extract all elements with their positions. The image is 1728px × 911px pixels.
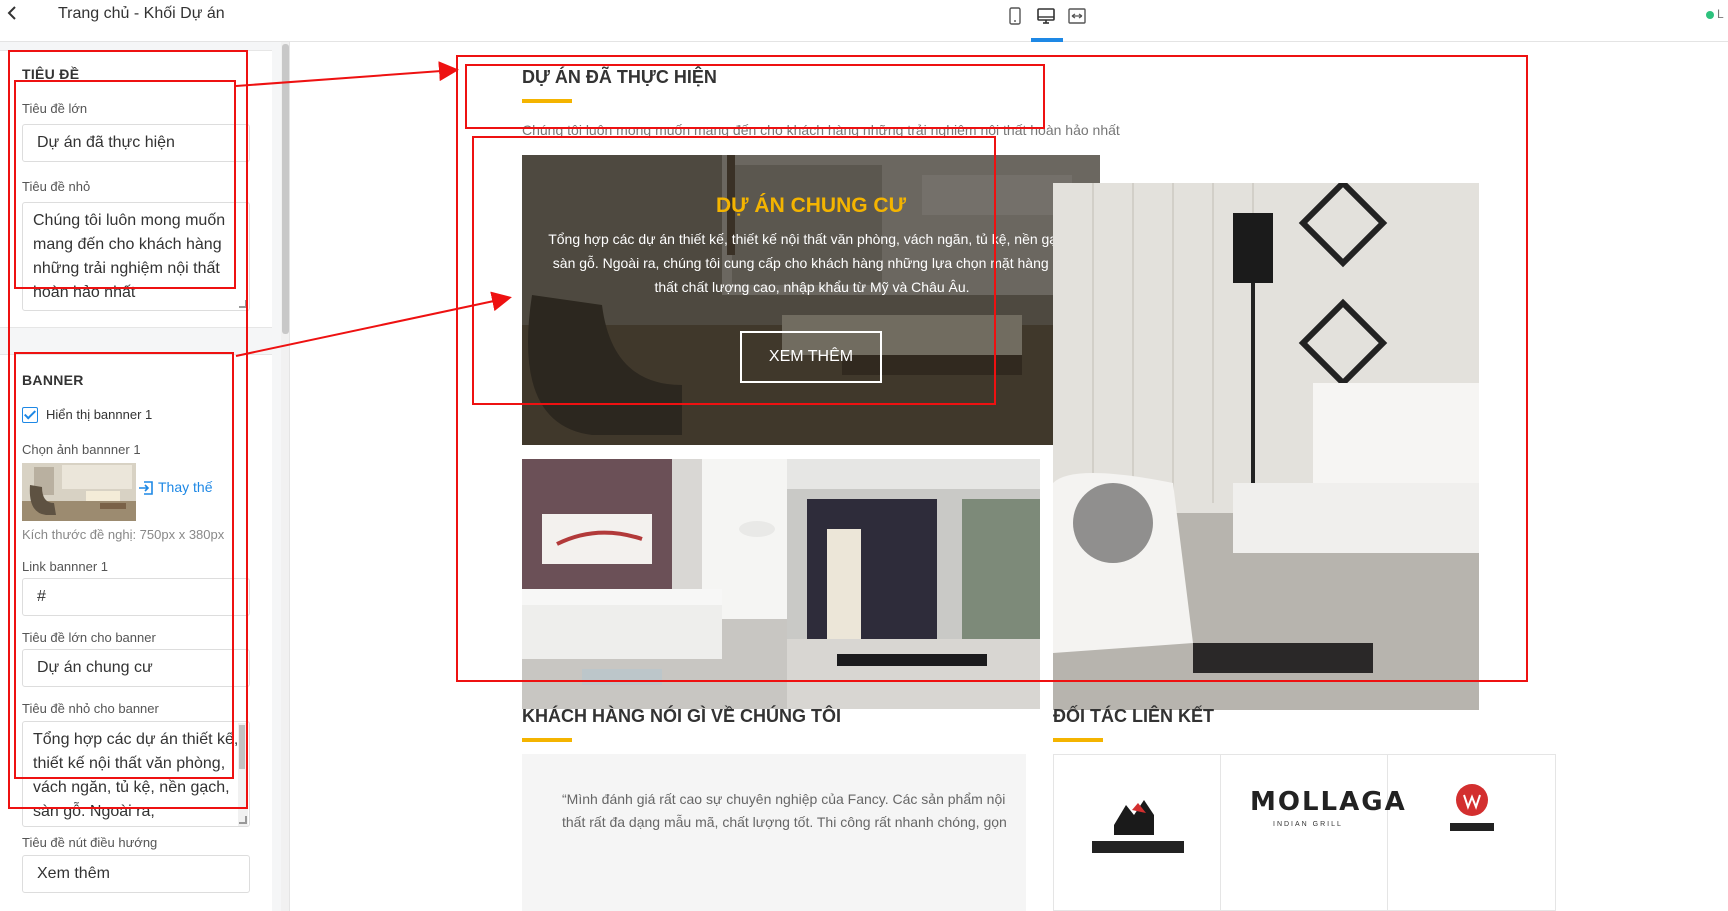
annotation-arrows: [235, 61, 512, 357]
app-window: Trang chủ - Khối Dự án L TIÊU ĐỀ Tiêu đề…: [0, 0, 1728, 911]
